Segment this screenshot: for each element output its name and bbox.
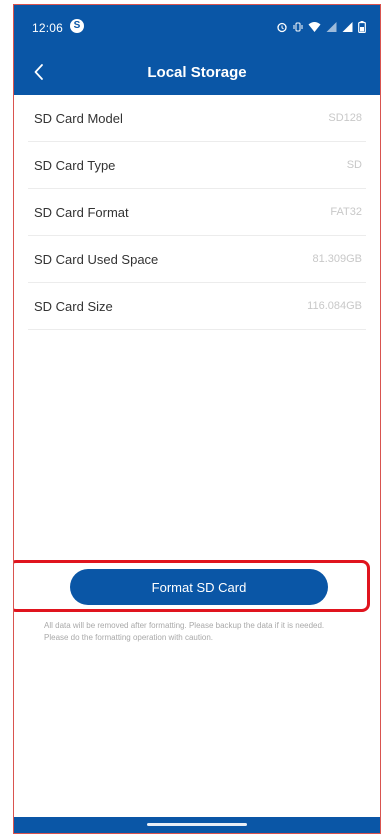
- status-bar: 12:06 S: [14, 5, 380, 49]
- home-indicator[interactable]: [147, 823, 247, 826]
- status-time: 12:06: [32, 21, 64, 35]
- info-label: SD Card Used Space: [34, 251, 159, 267]
- storage-info-list: SD Card Model SD128 SD Card Type SD SD C…: [28, 95, 366, 330]
- info-row-sd-card-model: SD Card Model SD128: [28, 95, 366, 142]
- battery-icon: [358, 20, 366, 34]
- info-value: SD128: [328, 112, 362, 124]
- gesture-bar: [14, 817, 380, 833]
- format-warning-text: All data will be removed after formattin…: [44, 621, 325, 642]
- wifi-icon: [308, 20, 321, 32]
- info-label: SD Card Type: [34, 157, 116, 173]
- vibrate-icon: [293, 20, 303, 32]
- info-value: SD: [346, 159, 362, 171]
- info-row-sd-card-format: SD Card Format FAT32: [28, 189, 366, 236]
- info-row-sd-card-size: SD Card Size 116.084GB: [28, 283, 366, 330]
- alarm-icon: [276, 20, 288, 33]
- signal-icon: [326, 20, 337, 32]
- app-notification-icon: S: [70, 19, 84, 33]
- info-label: SD Card Size: [34, 298, 113, 314]
- navigation-bar: Local Storage: [14, 49, 380, 95]
- info-row-sd-card-type: SD Card Type SD: [28, 142, 366, 189]
- info-value: 116.084GB: [307, 300, 362, 312]
- info-value: FAT32: [330, 206, 362, 218]
- info-label: SD Card Model: [34, 110, 123, 126]
- info-value: 81.309GB: [312, 253, 362, 265]
- info-row-sd-card-used-space: SD Card Used Space 81.309GB: [28, 236, 366, 283]
- phone-screen: 12:06 S Local Storage SD Card Model SD12…: [13, 4, 381, 834]
- info-label: SD Card Format: [34, 204, 129, 220]
- page-title: Local Storage: [147, 64, 247, 81]
- format-sd-card-button[interactable]: Format SD Card: [70, 569, 328, 605]
- signal-icon-2: [342, 20, 353, 32]
- status-icons: [276, 19, 366, 34]
